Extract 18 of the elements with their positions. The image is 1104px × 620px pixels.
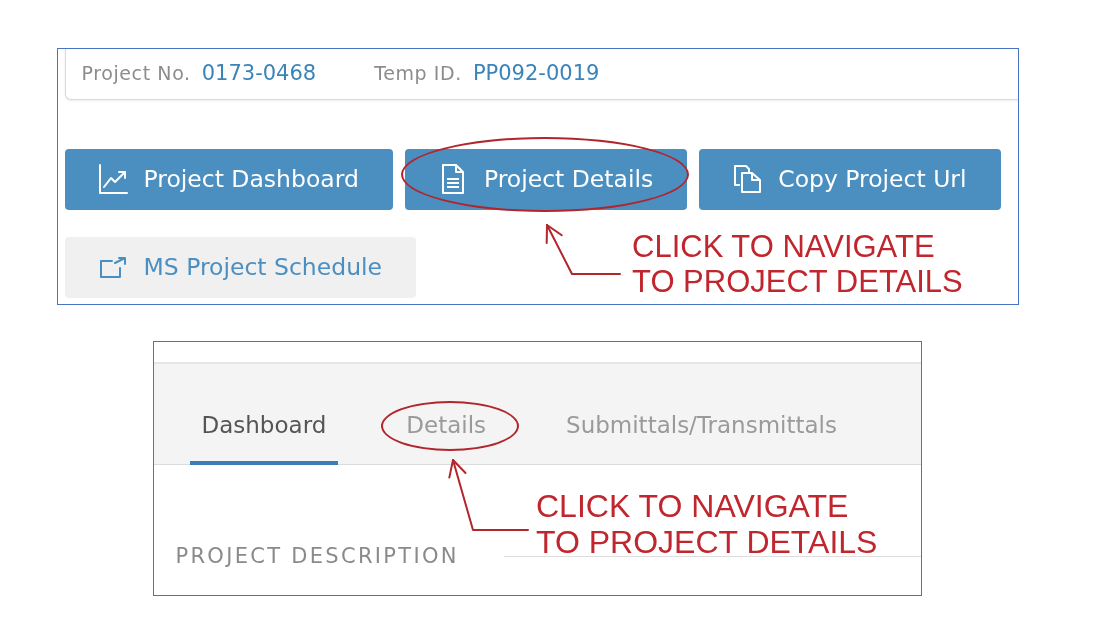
tab[interactable]: Submittals/Transmittals [554, 395, 849, 465]
field-value: 0173-0468 [201, 59, 317, 86]
tab[interactable]: Dashboard [189, 395, 339, 465]
field-value: PP092-0019 [472, 59, 600, 86]
tab[interactable]: Details [394, 395, 499, 465]
callout-text: CLICK TO NAVIGATE TO PROJECT DETAILS [536, 488, 878, 560]
action-button[interactable]: Copy Project Url [699, 148, 1001, 210]
action-button[interactable]: Project Dashboard [64, 148, 393, 210]
copy-icon [733, 165, 761, 193]
field-label: Project No. [81, 60, 191, 86]
external-link-icon [99, 256, 126, 278]
section-heading: PROJECT DESCRIPTION [175, 543, 459, 570]
action-button[interactable]: Project Details [404, 148, 688, 210]
field-label: Temp ID. [374, 60, 462, 86]
action-button[interactable]: MS Project Schedule [64, 236, 417, 298]
callout-text: CLICK TO NAVIGATE TO PROJECT DETAILS [632, 229, 963, 299]
document-icon [441, 164, 464, 194]
line-chart-icon [97, 164, 128, 194]
